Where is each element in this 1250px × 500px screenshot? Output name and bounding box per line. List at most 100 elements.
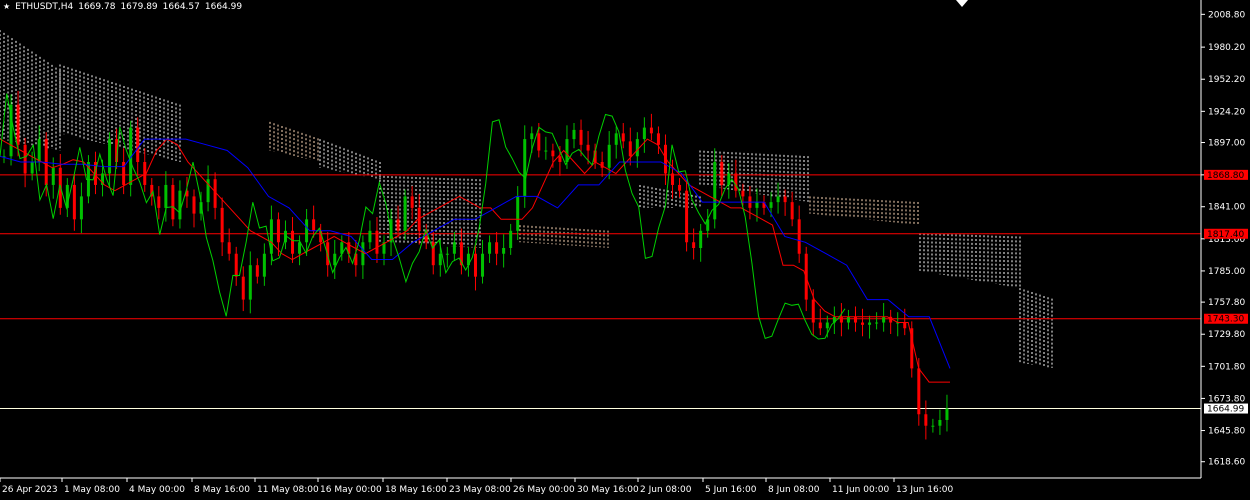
chart-window[interactable]: ★ ETHUSDT,H4 1669.78 1679.89 1664.57 1664.99 … xyxy=(0,0,1250,500)
candle-body xyxy=(255,265,259,277)
price-tick-label: 1952.20 xyxy=(1208,75,1245,85)
candle-body xyxy=(734,173,738,191)
price-tick-label: 1897.00 xyxy=(1208,139,1245,149)
candle-body xyxy=(502,248,506,254)
candle-body xyxy=(818,322,822,329)
chart-title-bar: ★ ETHUSDT,H4 1669.78 1679.89 1664.57 1664.99 xyxy=(3,2,247,12)
candle-body xyxy=(410,196,414,208)
candle-body xyxy=(276,219,280,243)
candle-body xyxy=(790,202,794,220)
candle-body xyxy=(811,299,815,323)
candle-body xyxy=(853,316,857,323)
time-tick-label: 4 May 00:00 xyxy=(129,485,185,495)
candle-body xyxy=(551,150,555,157)
candle-body xyxy=(305,219,309,243)
candle-body xyxy=(495,242,499,254)
price-tick-label: 1618.60 xyxy=(1208,458,1245,468)
candle-body xyxy=(481,253,485,277)
candle-body xyxy=(755,202,759,208)
candle-body xyxy=(607,144,611,168)
candle-body xyxy=(741,190,745,197)
low-value: 1664.57 xyxy=(162,2,200,12)
candle-body xyxy=(931,425,935,427)
time-tick-label: 26 May 00:00 xyxy=(513,485,575,495)
candle-body xyxy=(846,316,850,323)
candle-body xyxy=(37,139,41,163)
time-tick-label: 13 Jun 16:00 xyxy=(896,485,953,495)
price-tick-label: 1673.80 xyxy=(1208,394,1245,404)
candle-body xyxy=(649,127,653,134)
candle-body xyxy=(938,419,942,426)
candle-body xyxy=(368,230,372,243)
candle-body xyxy=(678,184,682,191)
candle-body xyxy=(558,156,562,163)
candle-body xyxy=(248,265,252,300)
candle-body xyxy=(572,129,576,140)
candle-body xyxy=(839,316,843,323)
candle-body xyxy=(825,322,829,329)
candle-body xyxy=(396,219,400,231)
candle-body xyxy=(227,242,231,254)
candle-body xyxy=(671,173,675,185)
time-tick-label: 16 May 00:00 xyxy=(320,485,382,495)
time-tick-label: 1 May 08:00 xyxy=(64,485,120,495)
candle-body xyxy=(797,219,801,254)
time-tick-label: 8 Jun 08:00 xyxy=(768,485,820,495)
candle-body xyxy=(903,322,907,329)
candle-body xyxy=(361,242,365,266)
candle-body xyxy=(488,242,492,254)
price-tick-label: 1757.80 xyxy=(1208,298,1245,308)
candle-body xyxy=(473,253,477,277)
collapse-panel-icon[interactable] xyxy=(956,0,968,8)
time-tick-label: 8 May 16:00 xyxy=(194,485,250,495)
candle-body xyxy=(509,230,513,249)
time-tick-label: 11 May 08:00 xyxy=(257,485,319,495)
time-tick-label: 2 Jun 08:00 xyxy=(640,485,692,495)
price-tick-label: 1729.80 xyxy=(1208,330,1245,340)
candle-body xyxy=(234,253,238,277)
candle-body xyxy=(51,167,55,185)
candle-body xyxy=(628,141,632,157)
candle-body xyxy=(656,133,660,145)
candle-body xyxy=(565,139,569,163)
time-tick-label: 26 Apr 2023 xyxy=(2,485,58,495)
candle-body xyxy=(713,162,717,220)
candle-body xyxy=(312,219,316,231)
price-chart[interactable]: 2008.80 1980.20 1952.20 1924.20 1897.00 1868.… xyxy=(0,0,1250,500)
candle-body xyxy=(530,133,534,140)
candle-body xyxy=(924,414,928,426)
candle-body xyxy=(241,276,245,300)
candle-body xyxy=(375,230,379,254)
candle-body xyxy=(720,162,724,185)
candle-body xyxy=(445,253,449,255)
candle-body xyxy=(108,139,112,174)
candle-body xyxy=(79,196,83,220)
candle-body xyxy=(868,322,872,325)
candle-body xyxy=(635,139,639,157)
candle-body xyxy=(403,196,407,231)
candle-body xyxy=(776,196,780,203)
candle-body xyxy=(875,322,879,324)
candle-body xyxy=(452,242,456,254)
candle-body xyxy=(157,196,161,208)
candle-body xyxy=(438,253,442,266)
candle-body xyxy=(769,202,773,208)
price-tick-label: 1924.20 xyxy=(1208,107,1245,117)
candle-body xyxy=(16,104,20,145)
level-tag-label: 1868.80 xyxy=(1207,171,1244,181)
candle-body xyxy=(291,230,295,254)
time-tick-label: 23 May 08:00 xyxy=(449,485,511,495)
candle-body xyxy=(333,253,337,266)
price-tick-label: 1701.80 xyxy=(1208,362,1245,372)
high-value: 1679.89 xyxy=(120,2,158,12)
candle-body xyxy=(861,322,865,325)
price-tick-label: 2008.80 xyxy=(1208,10,1245,20)
close-value: 1664.99 xyxy=(204,2,243,12)
price-tick-label: 1785.00 xyxy=(1208,267,1245,277)
candle-body xyxy=(136,127,140,163)
candle-body xyxy=(699,230,703,249)
candle-body xyxy=(642,127,646,140)
candle-body xyxy=(917,368,921,415)
time-tick-label: 5 Jun 16:00 xyxy=(705,485,757,495)
candle-body xyxy=(164,184,168,208)
